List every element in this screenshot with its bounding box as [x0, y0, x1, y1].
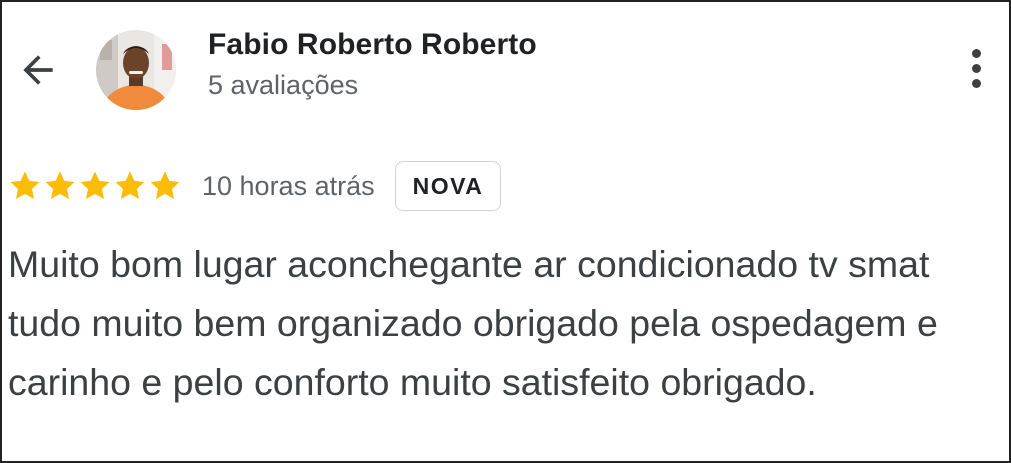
more-vert-icon-dot [971, 63, 981, 73]
star-icon [115, 171, 145, 200]
arrow-back-icon [23, 55, 53, 85]
reviewer-name[interactable]: Fabio Roberto Roberto [208, 28, 537, 62]
rating-row: 10 horas atrás NOVA [8, 160, 502, 212]
star-icon [80, 171, 110, 200]
review-count: 5 avaliações [208, 70, 359, 100]
user-avatar-image [96, 30, 176, 110]
review-time: 10 horas atrás [202, 170, 375, 201]
more-vert-icon-dot [971, 78, 981, 88]
star-rating [8, 169, 182, 203]
review-detail-screen: Fabio Roberto Roberto 5 avaliações 10 ho… [0, 0, 1011, 463]
new-badge: NOVA [394, 161, 502, 211]
more-options-button[interactable] [954, 42, 998, 94]
star-icon [45, 171, 75, 200]
star-icon [10, 171, 40, 200]
reviewer-avatar[interactable] [96, 30, 176, 110]
star-icon [150, 171, 180, 200]
review-text: Muito bom lugar aconchegante ar condicio… [8, 243, 938, 403]
back-button[interactable] [12, 44, 64, 96]
more-vert-icon [971, 48, 981, 58]
